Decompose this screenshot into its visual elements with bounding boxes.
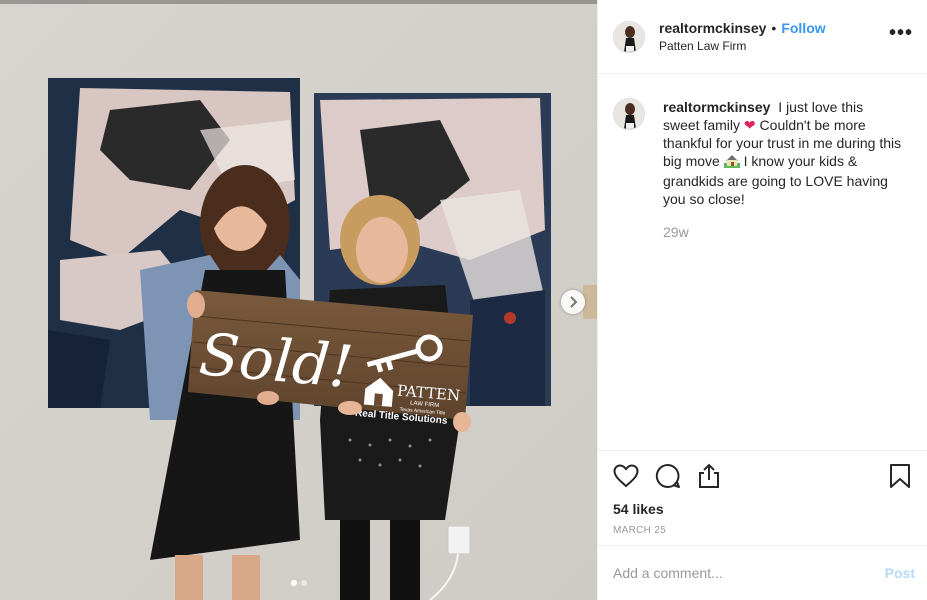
- post-date[interactable]: MARCH 25: [613, 525, 911, 536]
- avatar[interactable]: [613, 20, 645, 53]
- likes-count[interactable]: 54 likes: [613, 501, 911, 517]
- photo-scene: Sold! PATTEN LAW FIRM Texas American Tit…: [0, 0, 597, 600]
- comment-form: Post: [598, 545, 927, 600]
- action-icons: [613, 461, 911, 491]
- bookmark-icon[interactable]: [889, 463, 911, 489]
- caption-text: realtormckinsey I just love this sweet f…: [663, 98, 903, 208]
- follow-button[interactable]: Follow: [781, 20, 825, 36]
- caption: realtormckinsey I just love this sweet f…: [613, 98, 911, 240]
- post-photo[interactable]: Sold! PATTEN LAW FIRM Texas American Tit…: [0, 0, 597, 600]
- location-link[interactable]: Patten Law Firm: [659, 39, 889, 53]
- comment-input[interactable]: [613, 565, 885, 581]
- separator: •: [771, 20, 777, 36]
- caption-username[interactable]: realtormckinsey: [663, 99, 770, 115]
- avatar-image: [614, 21, 644, 52]
- carousel-indicator: [0, 580, 597, 586]
- comment-icon[interactable]: [655, 463, 681, 489]
- chevron-right-icon: [570, 296, 578, 308]
- actions-area: 54 likes MARCH 25: [598, 450, 927, 545]
- post-header: realtormckinsey • Follow Patten Law Firm…: [598, 0, 927, 74]
- share-icon[interactable]: [697, 463, 721, 489]
- more-options-icon[interactable]: •••: [889, 23, 913, 51]
- carousel-dot-active: [290, 580, 297, 586]
- instagram-post: Sold! PATTEN LAW FIRM Texas American Tit…: [0, 0, 927, 600]
- caption-avatar[interactable]: [613, 98, 645, 130]
- comments-area: realtormckinsey I just love this sweet f…: [598, 74, 927, 450]
- heart-emoji-icon: ❤: [743, 117, 756, 133]
- carousel-dot: [300, 580, 307, 586]
- post-timestamp[interactable]: 29w: [663, 224, 903, 240]
- house-emoji-icon: [723, 154, 740, 172]
- heart-icon[interactable]: [613, 464, 639, 488]
- post-comment-button[interactable]: Post: [885, 565, 915, 581]
- post-details-panel: realtormckinsey • Follow Patten Law Firm…: [597, 0, 927, 600]
- avatar-image: [614, 99, 644, 129]
- username-link[interactable]: realtormckinsey: [659, 20, 766, 36]
- sign-sold-text: Sold!: [197, 320, 356, 401]
- carousel-next-button[interactable]: [561, 290, 585, 314]
